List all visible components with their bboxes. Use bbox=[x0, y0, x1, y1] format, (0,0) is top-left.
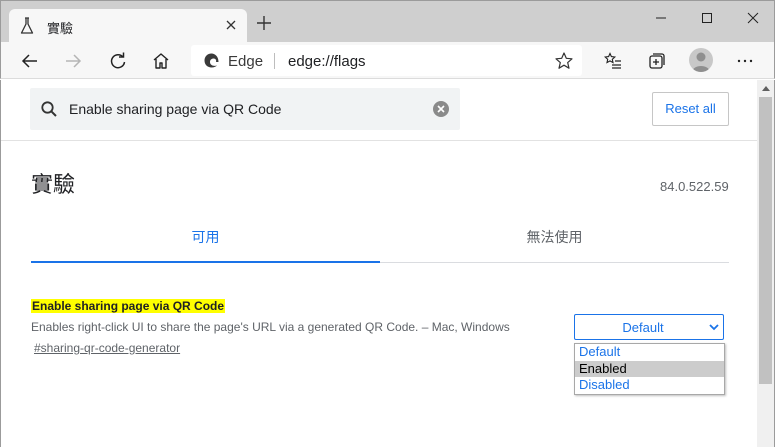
flag-permalink[interactable]: #sharing-qr-code-generator bbox=[34, 341, 180, 355]
browser-tab[interactable]: 實驗 bbox=[9, 9, 247, 43]
more-icon bbox=[737, 59, 753, 63]
home-button[interactable] bbox=[148, 48, 174, 74]
option-default[interactable]: Default bbox=[575, 344, 724, 360]
tab-title: 實驗 bbox=[47, 21, 74, 36]
home-icon bbox=[153, 53, 169, 69]
arrow-left-icon bbox=[21, 54, 37, 68]
address-url[interactable]: edge://flags bbox=[288, 53, 366, 70]
navigation-toolbar: Edge edge://flags bbox=[0, 42, 775, 79]
search-input[interactable]: Enable sharing page via QR Code bbox=[69, 101, 281, 117]
close-tab-icon[interactable] bbox=[223, 17, 239, 33]
search-header: Enable sharing page via QR Code Reset al… bbox=[1, 80, 757, 141]
minimize-button[interactable] bbox=[638, 5, 684, 31]
close-icon bbox=[747, 12, 759, 24]
title-bar: 實驗 bbox=[0, 0, 775, 43]
search-icon bbox=[41, 101, 57, 117]
vertical-scrollbar[interactable] bbox=[757, 80, 775, 447]
flag-description: Enables right-click UI to share the page… bbox=[31, 320, 510, 334]
forward-button[interactable] bbox=[60, 48, 86, 74]
favorites-button[interactable] bbox=[600, 48, 626, 74]
flask-icon bbox=[20, 17, 34, 34]
clear-search-icon[interactable] bbox=[432, 100, 450, 118]
profile-avatar[interactable] bbox=[689, 48, 713, 72]
close-window-button[interactable] bbox=[730, 5, 775, 31]
page-title: 實驗 bbox=[31, 173, 76, 198]
back-button[interactable] bbox=[17, 48, 43, 74]
favorites-list-icon bbox=[604, 52, 621, 69]
collections-icon bbox=[649, 53, 665, 69]
user-icon bbox=[692, 52, 710, 72]
edge-logo-icon bbox=[204, 53, 219, 68]
maximize-button[interactable] bbox=[684, 5, 730, 31]
arrow-right-icon bbox=[66, 54, 82, 68]
scrollbar-thumb[interactable] bbox=[759, 97, 772, 384]
minimize-icon bbox=[656, 17, 666, 19]
tab-available[interactable]: 可用 bbox=[31, 220, 380, 263]
new-tab-icon[interactable] bbox=[255, 14, 273, 32]
version-label: 84.0.522.59 bbox=[660, 179, 729, 194]
flag-search-box[interactable]: Enable sharing page via QR Code bbox=[30, 88, 460, 130]
address-divider bbox=[274, 53, 275, 69]
flag-title: Enable sharing page via QR Code bbox=[31, 299, 226, 313]
refresh-icon bbox=[110, 52, 126, 69]
select-dropdown-list: Default Enabled Disabled bbox=[574, 343, 725, 395]
chevron-down-icon bbox=[709, 324, 719, 331]
option-disabled[interactable]: Disabled bbox=[575, 377, 724, 393]
select-value: Default bbox=[622, 320, 664, 335]
reset-all-button[interactable]: Reset all bbox=[652, 92, 729, 126]
tab-unavailable[interactable]: 無法使用 bbox=[380, 220, 729, 263]
option-enabled[interactable]: Enabled bbox=[575, 361, 724, 377]
flag-state-select[interactable]: Default bbox=[574, 314, 724, 340]
settings-menu-button[interactable] bbox=[732, 48, 758, 74]
address-bar[interactable]: Edge edge://flags bbox=[191, 45, 582, 76]
collections-button[interactable] bbox=[643, 48, 669, 74]
refresh-button[interactable] bbox=[105, 48, 131, 74]
favorite-star-icon[interactable] bbox=[554, 51, 574, 71]
flags-page: Enable sharing page via QR Code Reset al… bbox=[0, 80, 757, 447]
scroll-up-arrow-icon[interactable] bbox=[762, 85, 770, 91]
browser-name-label: Edge bbox=[228, 53, 264, 70]
maximize-icon bbox=[702, 13, 712, 23]
